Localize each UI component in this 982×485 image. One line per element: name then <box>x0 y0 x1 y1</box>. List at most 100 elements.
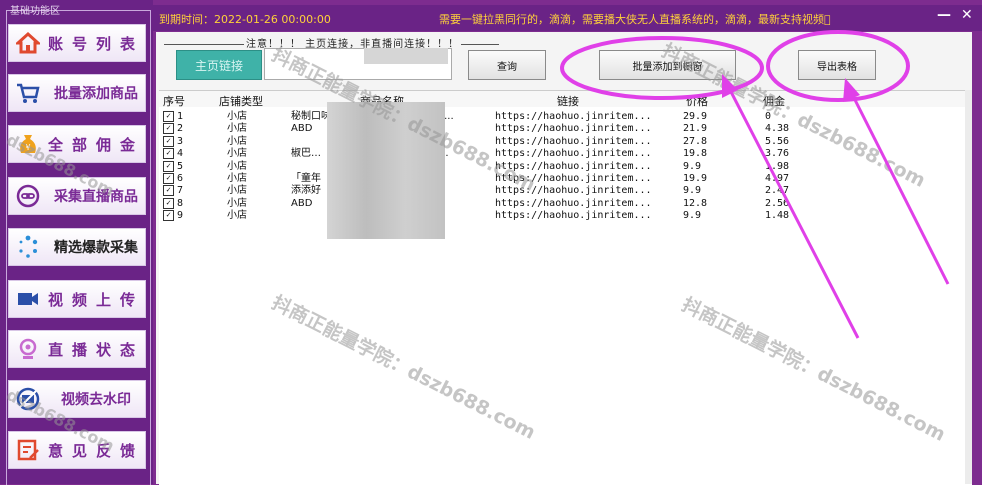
batch-add-window-button[interactable]: 批量添加到橱窗 <box>599 50 736 80</box>
minimize-button[interactable]: — <box>937 7 951 23</box>
row-number: 2 <box>177 123 184 135</box>
row-commission: 4.97 <box>765 173 790 184</box>
row-commission: 2.47 <box>765 185 790 197</box>
sidebar-item-feedback[interactable]: 意见反馈 <box>8 431 146 469</box>
row-number: 7 <box>177 185 184 197</box>
row-checkbox[interactable]: ✓ <box>163 210 176 223</box>
row-link: https://haohuo.jinritem... <box>495 148 652 160</box>
row-price: 9.9 <box>683 160 702 172</box>
row-price: 19.9 <box>683 173 708 184</box>
home-link-button[interactable]: 主页链接 <box>176 50 262 80</box>
row-link: https://haohuo.jinritem... <box>495 160 652 172</box>
sidebar: 基础功能区 账号列表 批量添加商品 ¥ 全部佣金 采集直播商品 精选爆款采集 视… <box>0 0 153 485</box>
table-row[interactable]: ✓ 5 小店 https://haohuo.jinritem... 9.9 1.98 <box>159 160 972 174</box>
row-commission: 0 <box>765 111 772 122</box>
row-number: 5 <box>177 160 184 172</box>
row-number: 3 <box>177 135 184 147</box>
scrollbar[interactable] <box>965 90 972 484</box>
expire-time: 到期时间：2022-01-26 00:00:00 <box>159 13 331 26</box>
cart-icon <box>15 80 41 106</box>
blurred-url-text <box>364 48 448 64</box>
row-commission: 1.48 <box>765 210 790 222</box>
webcam-icon <box>15 336 41 362</box>
row-link: https://haohuo.jinritem... <box>495 210 652 222</box>
row-price: 29.9 <box>683 111 708 122</box>
row-product-name: 添添好 <box>291 185 321 197</box>
row-shop-type: 小店 <box>227 123 247 135</box>
row-number: 4 <box>177 148 184 160</box>
sidebar-item-video-upload[interactable]: 视频上传 <box>8 280 146 318</box>
sidebar-item-label: 视频去水印 <box>61 392 131 408</box>
table-row[interactable]: ✓4小店椒巴…58g*...https://haohuo.jinritem...… <box>159 148 972 160</box>
row-shop-type: 小店 <box>227 135 247 147</box>
table-header: 序号 店铺类型 商品名称 链接 价格 佣金 <box>159 91 972 108</box>
row-product-name: ABD <box>291 123 313 135</box>
sidebar-item-label: 采集直播商品 <box>54 189 138 205</box>
row-link: https://haohuo.jinritem... <box>495 123 652 135</box>
spinner-icon <box>15 234 41 260</box>
row-number: 1 <box>177 111 184 122</box>
row-link: https://haohuo.jinritem... <box>495 173 652 184</box>
table-row[interactable]: ✓ 3 小店 https://haohuo.jinritem... 27.8 5.56 <box>159 135 972 149</box>
row-product-name: 椒巴… <box>291 148 321 160</box>
row-shop-type: 小店 <box>227 185 247 197</box>
feedback-icon <box>15 437 41 463</box>
row-commission: 3.76 <box>765 148 790 160</box>
row-checkbox[interactable]: ✓ <box>163 173 176 186</box>
table-row[interactable]: ✓8小店ABDg/箱https://haohuo.jinritem...12.8… <box>159 197 972 211</box>
header-commission: 佣金 <box>763 95 785 108</box>
row-checkbox[interactable]: ✓ <box>163 197 176 211</box>
link-icon <box>15 183 41 209</box>
sidebar-item-label: 批量添加商品 <box>54 86 138 102</box>
sidebar-item-collect-live[interactable]: 采集直播商品 <box>8 177 146 215</box>
table-row[interactable]: ✓7小店添添好白两...https://haohuo.jinritem...9.… <box>159 185 972 197</box>
row-shop-type: 小店 <box>227 173 247 184</box>
header-shop: 店铺类型 <box>219 95 263 108</box>
sidebar-item-remove-watermark[interactable]: 视频去水印 <box>8 380 146 418</box>
sidebar-item-account-list[interactable]: 账号列表 <box>8 24 146 62</box>
row-checkbox[interactable]: ✓ <box>163 111 176 124</box>
sidebar-item-label: 意见反馈 <box>47 441 144 460</box>
row-commission: 5.56 <box>765 135 790 147</box>
row-shop-type: 小店 <box>227 210 247 222</box>
sidebar-item-label: 精选爆款采集 <box>54 240 138 256</box>
table-row[interactable]: ✓1小店秘制口味装500...https://haohuo.jinritem..… <box>159 111 972 123</box>
sidebar-item-live-status[interactable]: 直播状态 <box>8 330 146 368</box>
no-watermark-icon <box>15 386 41 412</box>
row-checkbox[interactable]: ✓ <box>163 148 176 161</box>
sidebar-item-hot-collect[interactable]: 精选爆款采集 <box>8 228 146 266</box>
row-price: 9.9 <box>683 210 702 222</box>
row-price: 12.8 <box>683 197 708 209</box>
main-panel: 注意！！！ 主页连接，非直播间连接！！！ 主页链接 查询 批量添加到橱窗 导出表… <box>156 32 972 485</box>
video-camera-icon <box>15 286 41 312</box>
row-product-name: 秘制口味 <box>291 111 331 122</box>
table-row[interactable]: ✓2小店ABDg/箱https://haohuo.jinritem...21.9… <box>159 123 972 135</box>
row-price: 27.8 <box>683 135 708 147</box>
title-bar: 到期时间：2022-01-26 00:00:00 需要一键拉黑同行的，滴滴，需要… <box>153 5 982 31</box>
sidebar-item-label: 全部佣金 <box>47 135 144 154</box>
export-table-button[interactable]: 导出表格 <box>798 50 876 80</box>
sidebar-item-label: 视频上传 <box>47 290 144 309</box>
row-checkbox[interactable]: ✓ <box>163 185 176 198</box>
header-link: 链接 <box>557 95 579 108</box>
svg-text:¥: ¥ <box>25 143 30 152</box>
table-row[interactable]: ✓6小店「童年卡吸...https://haohuo.jinritem...19… <box>159 173 972 185</box>
row-commission: 1.98 <box>765 160 790 172</box>
row-checkbox[interactable]: ✓ <box>163 123 176 136</box>
row-link: https://haohuo.jinritem... <box>495 135 652 147</box>
row-checkbox[interactable]: ✓ <box>163 135 176 149</box>
query-button[interactable]: 查询 <box>468 50 546 80</box>
blurred-product-names <box>327 102 445 239</box>
row-link: https://haohuo.jinritem... <box>495 197 652 209</box>
close-button[interactable]: ✕ <box>961 7 973 23</box>
sidebar-title: 基础功能区 <box>10 6 60 17</box>
table-row[interactable]: ✓9小店箱https://haohuo.jinritem...9.91.48 <box>159 210 972 222</box>
row-checkbox[interactable]: ✓ <box>163 160 176 174</box>
row-number: 8 <box>177 197 184 209</box>
sidebar-item-batch-add[interactable]: 批量添加商品 <box>8 74 146 112</box>
row-product-name: ABD <box>291 197 313 209</box>
row-shop-type: 小店 <box>227 197 247 209</box>
row-shop-type: 小店 <box>227 111 247 122</box>
sidebar-item-all-commission[interactable]: ¥ 全部佣金 <box>8 125 146 163</box>
row-price: 9.9 <box>683 185 702 197</box>
